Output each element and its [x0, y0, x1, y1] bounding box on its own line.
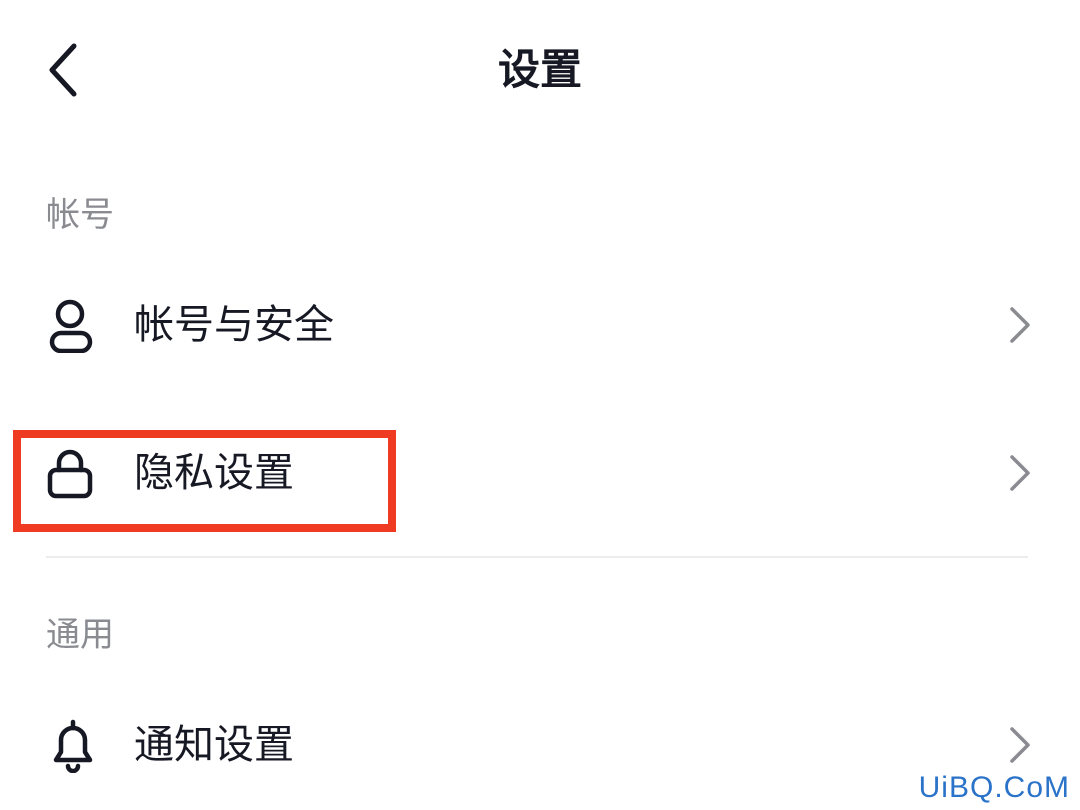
settings-item-label: 隐私设置: [134, 450, 294, 496]
settings-item-label: 帐号与安全: [134, 302, 334, 348]
section-label-general: 通用: [46, 615, 114, 655]
section-label-account: 帐号: [46, 195, 114, 235]
settings-item-label: 通知设置: [134, 722, 294, 768]
top-nav-bar: 设置: [0, 0, 1080, 140]
settings-item-account-security[interactable]: 帐号与安全: [0, 270, 1080, 380]
section-divider: [46, 556, 1028, 558]
watermark: UiBQ.CoM: [918, 771, 1070, 804]
user-icon: [46, 297, 102, 353]
bell-icon: [46, 717, 102, 773]
chevron-right-icon: [1002, 305, 1042, 345]
page-title: 设置: [497, 45, 582, 94]
chevron-right-icon: [1002, 725, 1042, 765]
settings-item-privacy[interactable]: 隐私设置: [0, 418, 1080, 528]
chevron-right-icon: [1002, 453, 1042, 493]
lock-icon: [46, 445, 102, 501]
